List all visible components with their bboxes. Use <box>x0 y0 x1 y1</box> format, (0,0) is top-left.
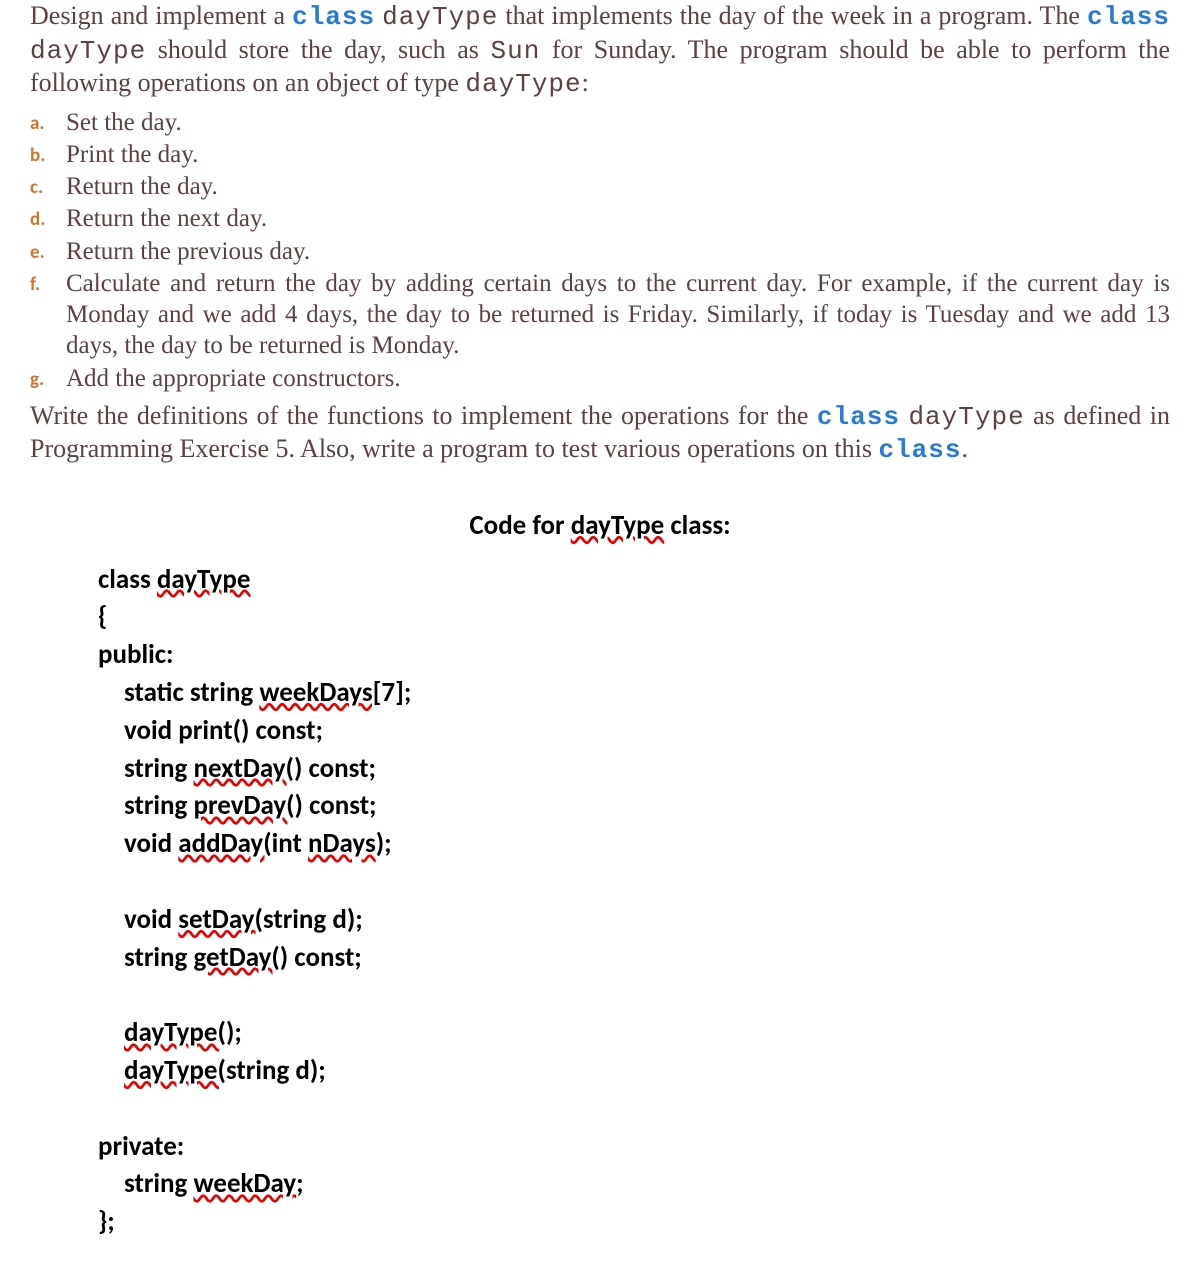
list-item: a. Set the day. <box>30 107 1170 138</box>
list-marker-a: a. <box>30 107 66 135</box>
list-marker-g: g. <box>30 363 66 391</box>
code-daytype: dayType <box>382 2 498 32</box>
code-line: void addDay(int nDays); <box>98 825 1170 863</box>
list-marker-c: c. <box>30 171 66 199</box>
code-line: string nextDay() const; <box>98 750 1170 788</box>
keyword-class: class <box>1087 2 1170 32</box>
list-item: c. Return the day. <box>30 171 1170 202</box>
code-line: }; <box>98 1203 1170 1241</box>
list-text: Print the day. <box>66 139 1170 170</box>
list-text: Calculate and return the day by adding c… <box>66 268 1170 362</box>
keyword-class: class <box>292 2 375 32</box>
list-text: Return the day. <box>66 171 1170 202</box>
code-line: { <box>98 598 1170 636</box>
blank-line <box>98 976 1170 1014</box>
code-line: string weekDay; <box>98 1165 1170 1203</box>
blank-line <box>98 1090 1170 1128</box>
code-block: Code for dayType class: class dayType { … <box>98 507 1170 1241</box>
blank-line <box>98 863 1170 901</box>
list-item: d. Return the next day. <box>30 203 1170 234</box>
code-line: public: <box>98 636 1170 674</box>
intro-text: Design and implement a <box>30 1 292 30</box>
problem-outro: Write the definitions of the functions t… <box>30 400 1170 467</box>
code-line: void print() const; <box>98 712 1170 750</box>
list-text: Return the previous day. <box>66 236 1170 267</box>
list-marker-d: d. <box>30 203 66 231</box>
list-marker-e: e. <box>30 236 66 264</box>
spell-daytype: dayType <box>571 509 665 542</box>
list-text: Add the appropriate constructors. <box>66 363 1170 394</box>
code-line: string prevDay() const; <box>98 787 1170 825</box>
keyword-class: class <box>817 402 900 432</box>
list-marker-b: b. <box>30 139 66 167</box>
problem-intro: Design and implement a class dayType tha… <box>30 0 1170 101</box>
code-daytype: dayType <box>465 69 581 99</box>
code-title: Code for dayType class: <box>30 507 1170 545</box>
code-sun: Sun <box>490 36 540 66</box>
keyword-class: class <box>878 435 961 465</box>
code-line: string getDay() const; <box>98 939 1170 977</box>
list-text: Return the next day. <box>66 203 1170 234</box>
code-daytype: dayType <box>908 402 1024 432</box>
list-marker-f: f. <box>30 268 66 296</box>
code-daytype: dayType <box>30 36 146 66</box>
list-text: Set the day. <box>66 107 1170 138</box>
list-item: f. Calculate and return the day by addin… <box>30 268 1170 362</box>
code-line: dayType(string d); <box>98 1052 1170 1090</box>
list-item: e. Return the previous day. <box>30 236 1170 267</box>
code-line: class dayType <box>98 561 1170 599</box>
code-line: static string weekDays[7]; <box>98 674 1170 712</box>
list-item: b. Print the day. <box>30 139 1170 170</box>
operations-list: a. Set the day. b. Print the day. c. Ret… <box>30 107 1170 394</box>
list-item: g. Add the appropriate constructors. <box>30 363 1170 394</box>
code-line: dayType(); <box>98 1014 1170 1052</box>
code-line: void setDay(string d); <box>98 901 1170 939</box>
code-line: private: <box>98 1128 1170 1166</box>
